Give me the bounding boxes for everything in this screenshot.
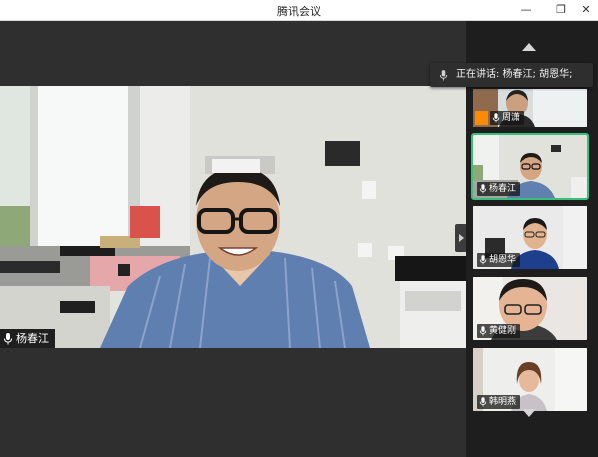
microphone-icon xyxy=(439,69,447,80)
participant-label: 杨春江 xyxy=(477,182,521,196)
triangle-up-icon[interactable] xyxy=(522,43,536,51)
participant-name: 黄健刚 xyxy=(489,326,517,336)
participant-label: 胡恩华 xyxy=(477,253,521,267)
main-video[interactable]: 杨春江 xyxy=(0,86,466,348)
host-badge xyxy=(475,111,488,125)
close-button[interactable]: ✕ xyxy=(577,2,595,18)
microphone-icon xyxy=(479,397,487,407)
participant-tile[interactable]: 韩明燕 xyxy=(473,348,587,411)
microphone-icon xyxy=(479,255,487,265)
minimize-button[interactable]: — xyxy=(517,2,535,18)
microphone-icon xyxy=(479,326,487,336)
microphone-icon xyxy=(4,332,12,344)
speaking-tooltip: 正在讲话: 杨春江; 胡恩华; xyxy=(430,63,593,87)
main-speaker-tag: 杨春江 xyxy=(0,329,55,348)
main-speaker-name: 杨春江 xyxy=(16,332,49,345)
participant-name: 周潇 xyxy=(502,113,521,123)
microphone-icon xyxy=(479,184,487,194)
participant-label: 黄健刚 xyxy=(477,324,521,338)
participant-name: 胡恩华 xyxy=(489,255,517,265)
participant-label: 周潇 xyxy=(490,111,525,125)
participant-label: 韩明燕 xyxy=(477,395,521,409)
main-video-image xyxy=(0,86,466,348)
participant-name: 杨春江 xyxy=(489,184,517,194)
title-bar: 腾讯会议 — ❐ ✕ xyxy=(0,0,598,21)
participant-tile[interactable]: 胡恩华 xyxy=(473,206,587,269)
participant-tile[interactable]: 黄健刚 xyxy=(473,277,587,340)
participant-name: 韩明燕 xyxy=(489,397,517,407)
microphone-icon xyxy=(492,113,500,123)
triangle-right-icon xyxy=(458,234,464,242)
participant-tile[interactable]: 周潇 xyxy=(473,89,587,127)
speaking-text: 正在讲话: 杨春江; 胡恩华; xyxy=(456,69,573,80)
participant-tile[interactable]: 杨春江 xyxy=(471,133,589,200)
restore-button[interactable]: ❐ xyxy=(552,2,570,18)
window-title: 腾讯会议 xyxy=(277,5,321,18)
triangle-down-icon[interactable] xyxy=(522,409,536,417)
